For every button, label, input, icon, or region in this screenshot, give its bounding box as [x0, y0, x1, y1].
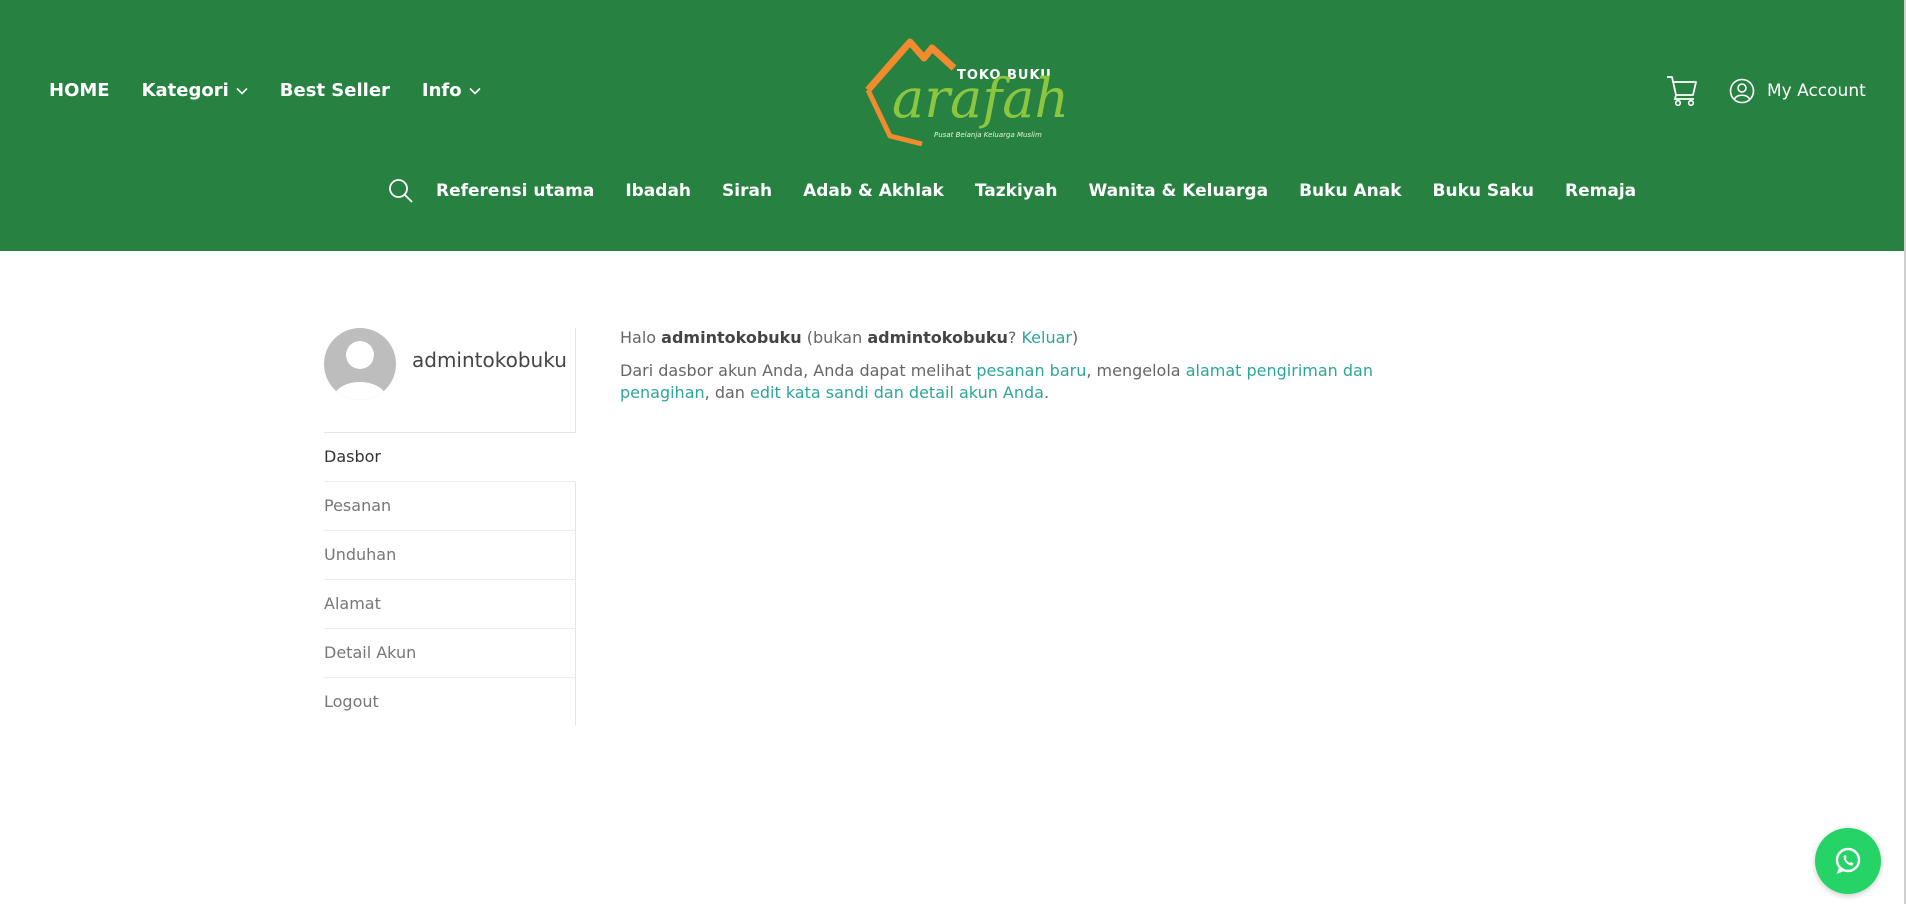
category-buku-saku[interactable]: Buku Saku: [1433, 181, 1535, 201]
account-menu: Dasbor Pesanan Unduhan Alamat Detail Aku…: [324, 433, 576, 726]
nav-info-label: Info: [421, 80, 462, 101]
manage-text: , mengelola: [1086, 361, 1181, 380]
profile-card: admintokobuku: [324, 328, 576, 433]
greeting-question: ?: [1007, 328, 1017, 347]
default-avatar-icon: [332, 341, 388, 400]
greeting-not: (bukan: [806, 328, 863, 347]
site-logo[interactable]: TOKO BUKU arafah Pusat Belanja Keluarga …: [862, 38, 1069, 148]
nav-info[interactable]: Info: [422, 80, 481, 101]
account-sidebar: admintokobuku Dasbor Pesanan Unduhan Ala…: [324, 328, 576, 726]
period: .: [1043, 383, 1050, 402]
greeting-close: ): [1071, 328, 1079, 347]
cart-button[interactable]: [1665, 73, 1699, 111]
account-content: admintokobuku Dasbor Pesanan Unduhan Ala…: [0, 251, 1904, 904]
my-account-link[interactable]: My Account: [1729, 78, 1866, 104]
greeting-line: Halo admintokobuku (bukan admintokobuku?…: [620, 327, 1460, 349]
category-tazkiyah[interactable]: Tazkiyah: [975, 181, 1058, 201]
logo-brand: arafah: [892, 67, 1070, 130]
logout-link[interactable]: Keluar: [1021, 328, 1072, 347]
menu-item-detail-akun[interactable]: Detail Akun: [324, 629, 576, 678]
greeting-prefix: Halo: [620, 328, 657, 347]
dashboard-intro: Dari dasbor akun Anda, Anda dapat meliha…: [620, 360, 1460, 404]
menu-item-unduhan[interactable]: Unduhan: [324, 531, 576, 580]
logo-tagline: Pusat Belanja Keluarga Muslim: [934, 131, 1042, 139]
cart-icon: [1667, 76, 1697, 107]
menu-item-dasbor[interactable]: Dasbor: [324, 433, 576, 482]
greeting-username: admintokobuku: [661, 328, 802, 347]
menu-item-pesanan[interactable]: Pesanan: [324, 482, 576, 531]
category-nav: Referensi utama Ibadah Sirah Adab & Akhl…: [388, 178, 1667, 204]
category-buku-anak[interactable]: Buku Anak: [1299, 181, 1401, 201]
nav-home-label: HOME: [49, 80, 110, 101]
category-ibadah[interactable]: Ibadah: [625, 181, 691, 201]
search-button[interactable]: [388, 178, 414, 204]
nav-best-seller[interactable]: Best Seller: [280, 80, 390, 101]
account-details-link[interactable]: edit kata sandi dan detail akun Anda: [750, 383, 1044, 402]
category-wanita-keluarga[interactable]: Wanita & Keluarga: [1088, 181, 1268, 201]
nav-kategori[interactable]: Kategori: [142, 80, 248, 101]
category-remaja[interactable]: Remaja: [1565, 181, 1636, 201]
recent-orders-link[interactable]: pesanan baru: [976, 361, 1086, 380]
site-header: HOME Kategori Best Seller Info TOKO BUKU…: [0, 0, 1904, 251]
whatsapp-icon: [1835, 847, 1861, 874]
top-nav: HOME Kategori Best Seller Info: [49, 80, 513, 101]
menu-item-logout[interactable]: Logout: [324, 678, 576, 726]
avatar: [324, 328, 396, 400]
nav-home[interactable]: HOME: [49, 80, 110, 101]
intro-text: Dari dasbor akun Anda, Anda dapat meliha…: [620, 361, 972, 380]
category-adab-akhlak[interactable]: Adab & Akhlak: [803, 181, 944, 201]
search-icon: [389, 179, 413, 203]
nav-kategori-label: Kategori: [141, 80, 229, 101]
whatsapp-button[interactable]: [1815, 828, 1881, 894]
chevron-down-icon: [236, 87, 248, 95]
and-text: , dan: [704, 383, 745, 402]
my-account-label: My Account: [1767, 81, 1866, 101]
greeting-username-2: admintokobuku: [867, 328, 1008, 347]
profile-username: admintokobuku: [412, 348, 567, 372]
user-icon: [1729, 78, 1755, 104]
menu-item-alamat[interactable]: Alamat: [324, 580, 576, 629]
chevron-down-icon: [469, 87, 481, 95]
dashboard-main: Halo admintokobuku (bukan admintokobuku?…: [620, 327, 1460, 415]
nav-best-seller-label: Best Seller: [279, 80, 390, 101]
category-sirah[interactable]: Sirah: [722, 181, 772, 201]
category-referensi-utama[interactable]: Referensi utama: [436, 181, 594, 201]
